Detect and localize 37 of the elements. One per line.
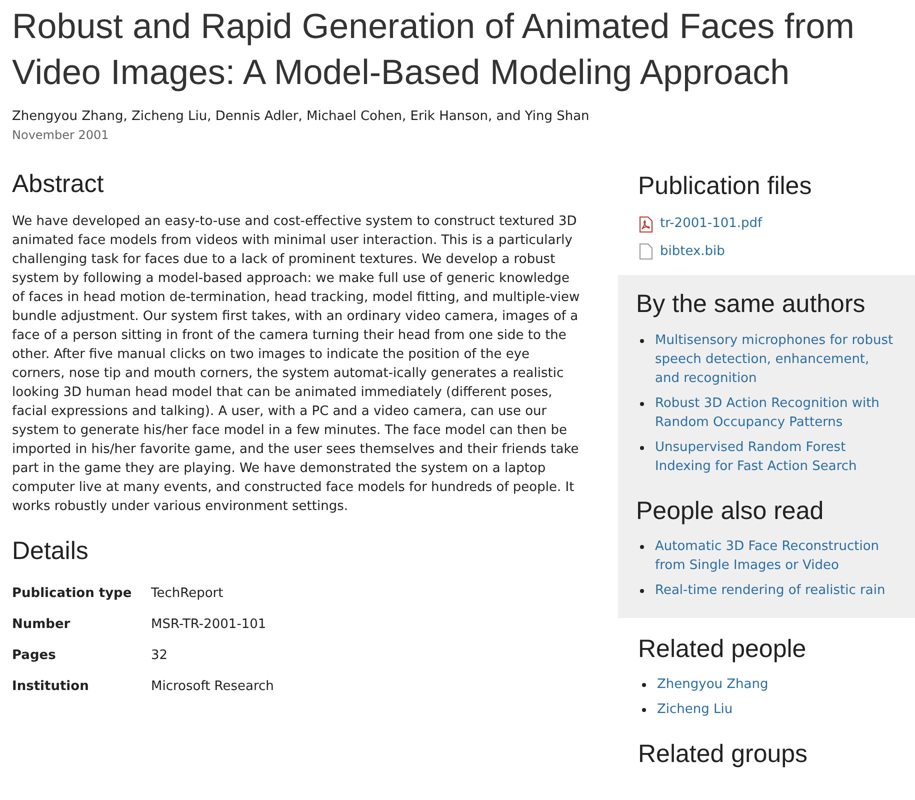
detail-value: Microsoft Research [151,678,275,696]
section-heading: People also read [636,496,825,526]
article-link[interactable]: Robust 3D Action Recognition with Random Occupancy Patterns [655,394,897,432]
section-heading: Publication files [638,171,813,202]
bullet-icon [640,446,644,450]
abstract-text: We have developed an easy-to-use and cost-effective system to construct textured 3D animated face models from videos with minimal user interaction. This is a particularly challenging task for faces due to a lack of prominent textures. We develop a robust system by following a model-based approach: we make full use of generic knowledge of faces in head motion de-termination, head tracking, model fitting, and multiple-view bundle adjustment. Our system first takes, with an ordinary video camera, images of a face of a person sitting in front of the camera turning their head from one side to the other. After five manual clicks on two images to indicate the position of the eye corners, nose tip and mouth corners, the system automat-ically generates a realistic looking 3D human head model that can be animated immediately (different poses, facial expressions and talking). A user, with a PC and a video camera, can use our system to generate his/her face model in a few minutes. The face model can then be imported in his/her favorite game, and the user sees themselves and their friends take part in the game they are playing. We have demonstrated the system on a laptop computer live at many events, and constructed face models for hundreds of people. It works robustly under various environment settings. [12,213,581,516]
detail-label: Publication type [12,584,133,602]
detail-value: TechReport [151,584,224,602]
article-link[interactable]: Zicheng Liu [657,700,733,719]
bullet-icon [642,708,646,712]
bullet-icon [640,402,644,406]
detail-label: Number [12,616,72,634]
detail-value: 32 [151,646,169,664]
publication-date: November 2001 [12,127,110,144]
article-link[interactable]: Zhengyou Zhang [657,675,768,694]
section-heading: Related groups [638,739,809,770]
pdf-file-icon [638,216,654,232]
detail-label: Pages [12,646,57,664]
section-heading: By the same authors [636,289,866,320]
file-link[interactable]: tr-2001-101.pdf [660,214,762,234]
bullet-icon [640,544,644,549]
file-icon [638,243,654,260]
section-heading: Details [12,536,90,568]
article-link[interactable]: Real-time rendering of realistic rain [655,580,886,600]
bullet-icon [640,588,644,593]
section-heading: Related people [638,634,808,665]
page-title: Robust and Rapid Generation of Animated Faces from Video Images: A Model-Based Modeling Approach [11,6,856,94]
bullet-icon [640,338,644,342]
article-link[interactable]: Automatic 3D Face Reconstruction from Single Images or Video [655,536,897,575]
file-link[interactable]: bibtex.bib [660,242,725,262]
bullet-icon [642,683,646,687]
section-heading: Abstract [12,169,105,200]
detail-label: Institution [12,678,90,696]
author-list: Zhengyou Zhang, Zicheng Liu, Dennis Adler, Michael Cohen, Erik Hanson, and Ying Shan [12,107,903,126]
article-link[interactable]: Unsupervised Random Forest Indexing for Fast Action Search [655,438,897,476]
detail-value: MSR-TR-2001-101 [151,616,268,634]
article-link[interactable]: Multisensory microphones for robust speech detection, enhancement, and recognition [655,330,897,388]
